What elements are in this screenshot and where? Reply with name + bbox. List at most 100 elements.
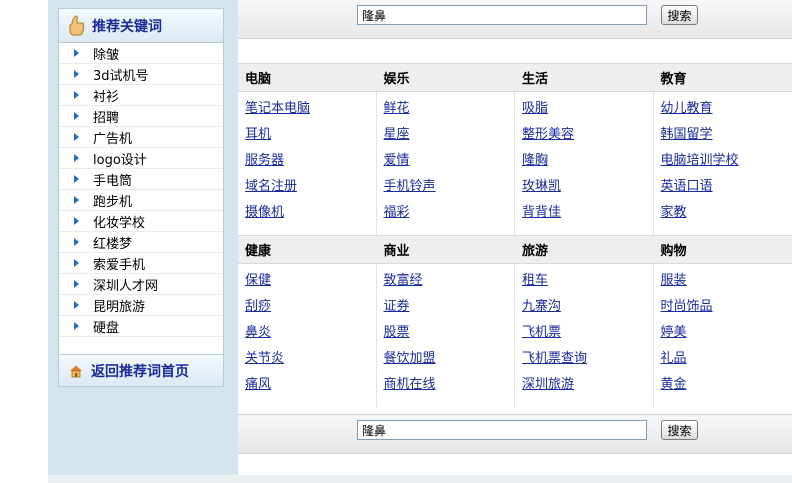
sidebar-keyword-item[interactable]: 红楼梦 xyxy=(59,232,223,253)
keyword-link[interactable]: 鲜花 xyxy=(384,99,515,125)
keyword-link[interactable]: 刮痧 xyxy=(245,297,376,323)
arrow-right-icon xyxy=(74,112,79,120)
arrow-right-icon xyxy=(74,280,79,288)
keyword-link[interactable]: 痛风 xyxy=(245,375,376,401)
sidebar-keyword-label: 手电筒 xyxy=(93,173,133,189)
category-title: 旅游 xyxy=(522,244,549,259)
keyword-link[interactable]: 电脑培训学校 xyxy=(661,151,792,177)
bottom-search-bar: 搜索 xyxy=(238,414,792,454)
keyword-link[interactable]: 吸脂 xyxy=(522,99,653,125)
category-title: 娱乐 xyxy=(383,72,410,87)
sidebar-header: 推荐关键词 xyxy=(59,9,223,43)
category-header-row: 健康 商业 旅游 购物 xyxy=(238,235,792,264)
keyword-link[interactable]: 餐饮加盟 xyxy=(384,349,515,375)
keyword-link[interactable]: 服装 xyxy=(661,271,792,297)
category-column: 服装 时尚饰品 婷美 礼品 黄金 xyxy=(654,264,792,407)
keyword-link[interactable]: 玫琳凯 xyxy=(522,177,653,203)
bottom-search-button[interactable]: 搜索 xyxy=(661,420,698,440)
top-search-input[interactable] xyxy=(357,5,647,25)
top-search-bar: 搜索 xyxy=(238,0,792,39)
keyword-link[interactable]: 手机铃声 xyxy=(384,177,515,203)
sidebar-keyword-list: 除皱 3d试机号 衬衫 招聘广告机 logo设计手电筒跑步机化妆学校 红楼梦索爱手机深圳人… xyxy=(59,43,223,337)
category-title: 电脑 xyxy=(245,72,272,87)
sidebar-keyword-label: 化妆学校 xyxy=(93,215,146,231)
sidebar-keyword-item[interactable]: logo设计 xyxy=(59,148,223,169)
keyword-sidebar: 推荐关键词 除皱 3d试机号 衬衫 招聘广告机 logo设计手电筒跑步机化妆学校 红楼梦索… xyxy=(58,8,224,387)
keyword-link[interactable]: 保健 xyxy=(245,271,376,297)
keyword-link[interactable]: 深圳旅游 xyxy=(522,375,653,401)
category-column: 租车 九寨沟 飞机票 飞机票查询 深圳旅游 xyxy=(515,264,654,407)
sidebar-keyword-item[interactable]: 索爱手机 xyxy=(59,253,223,274)
category-column: 笔记本电脑 耳机 服务器 域名注册 摄像机 xyxy=(238,92,377,235)
bottom-search-input[interactable] xyxy=(357,420,647,440)
category-column: 致富经 证券 股票 餐饮加盟 商机在线 xyxy=(377,264,516,407)
thumbs-up-icon xyxy=(69,14,85,35)
sidebar-keyword-label: 索爱手机 xyxy=(93,257,146,273)
keyword-link[interactable]: 证券 xyxy=(384,297,515,323)
sidebar-keyword-item[interactable]: 跑步机 xyxy=(59,190,223,211)
sidebar-keyword-label: 深圳人才网 xyxy=(93,278,159,294)
arrow-right-icon xyxy=(74,175,79,183)
sidebar-keyword-item[interactable]: 除皱 xyxy=(59,43,223,64)
keyword-link[interactable]: 服务器 xyxy=(245,151,376,177)
keyword-link[interactable]: 耳机 xyxy=(245,125,376,151)
sidebar-keyword-item[interactable]: 化妆学校 xyxy=(59,211,223,232)
keyword-link[interactable]: 家教 xyxy=(661,203,792,229)
sidebar-keyword-item[interactable]: 昆明旅游 xyxy=(59,295,223,316)
keyword-link[interactable]: 韩国留学 xyxy=(661,125,792,151)
keyword-link[interactable]: 飞机票 xyxy=(522,323,653,349)
arrow-right-icon xyxy=(74,238,79,246)
category-column: 保健 刮痧 鼻炎 关节炎 痛风 xyxy=(238,264,377,407)
back-to-home-link[interactable]: 返回推荐词首页 xyxy=(59,354,223,386)
category-column: 幼儿教育 韩国留学 电脑培训学校 英语口语 家教 xyxy=(654,92,792,235)
sidebar-keyword-label: 广告机 xyxy=(93,131,133,147)
category-title: 教育 xyxy=(660,72,687,87)
category-title: 商业 xyxy=(383,244,410,259)
keyword-link[interactable]: 星座 xyxy=(384,125,515,151)
keyword-link[interactable]: 福彩 xyxy=(384,203,515,229)
arrow-right-icon xyxy=(74,49,79,57)
keyword-link[interactable]: 爱情 xyxy=(384,151,515,177)
keyword-link[interactable]: 九寨沟 xyxy=(522,297,653,323)
keyword-link[interactable]: 礼品 xyxy=(661,349,792,375)
keyword-link[interactable]: 飞机票查询 xyxy=(522,349,653,375)
arrow-right-icon xyxy=(74,301,79,309)
category-title: 购物 xyxy=(660,244,687,259)
keyword-link[interactable]: 股票 xyxy=(384,323,515,349)
arrow-right-icon xyxy=(74,91,79,99)
keyword-link[interactable]: 商机在线 xyxy=(384,375,515,401)
keyword-link[interactable]: 婷美 xyxy=(661,323,792,349)
sidebar-keyword-item[interactable]: 手电筒 xyxy=(59,169,223,190)
keyword-link[interactable]: 致富经 xyxy=(384,271,515,297)
arrow-right-icon xyxy=(74,133,79,141)
sidebar-keyword-label: 跑步机 xyxy=(93,194,133,210)
arrow-right-icon xyxy=(74,259,79,267)
sidebar-keyword-item[interactable]: 招聘 xyxy=(59,106,223,127)
sidebar-keyword-label: 除皱 xyxy=(93,47,120,63)
keyword-link[interactable]: 笔记本电脑 xyxy=(245,99,376,125)
keyword-link[interactable]: 域名注册 xyxy=(245,177,376,203)
keyword-link[interactable]: 租车 xyxy=(522,271,653,297)
keyword-link[interactable]: 幼儿教育 xyxy=(661,99,792,125)
keyword-link[interactable]: 黄金 xyxy=(661,375,792,401)
keyword-link[interactable]: 英语口语 xyxy=(661,177,792,203)
sidebar-keyword-label: 昆明旅游 xyxy=(93,299,146,315)
arrow-right-icon xyxy=(74,217,79,225)
keyword-link[interactable]: 关节炎 xyxy=(245,349,376,375)
arrow-right-icon xyxy=(74,322,79,330)
sidebar-keyword-item[interactable]: 深圳人才网 xyxy=(59,274,223,295)
keyword-link[interactable]: 整形美容 xyxy=(522,125,653,151)
keyword-link[interactable]: 背背佳 xyxy=(522,203,653,229)
category-column: 吸脂 整形美容 隆胸 玫琳凯 背背佳 xyxy=(515,92,654,235)
top-search-button[interactable]: 搜索 xyxy=(661,5,698,25)
back-to-home-label: 返回推荐词首页 xyxy=(91,363,189,380)
sidebar-keyword-item[interactable]: 广告机 xyxy=(59,127,223,148)
keyword-link[interactable]: 鼻炎 xyxy=(245,323,376,349)
sidebar-keyword-item[interactable]: 衬衫 xyxy=(59,85,223,106)
sidebar-keyword-item[interactable]: 3d试机号 xyxy=(59,64,223,85)
category-grid: 电脑 娱乐 生活 教育 笔记本电脑 耳机 服务器 域名注册 摄像机 鲜花 星座 爱情 手机铃声 福彩 吸脂整… xyxy=(238,63,792,407)
keyword-link[interactable]: 摄像机 xyxy=(245,203,376,229)
keyword-link[interactable]: 隆胸 xyxy=(522,151,653,177)
sidebar-keyword-item[interactable]: 硬盘 xyxy=(59,316,223,337)
keyword-link[interactable]: 时尚饰品 xyxy=(661,297,792,323)
